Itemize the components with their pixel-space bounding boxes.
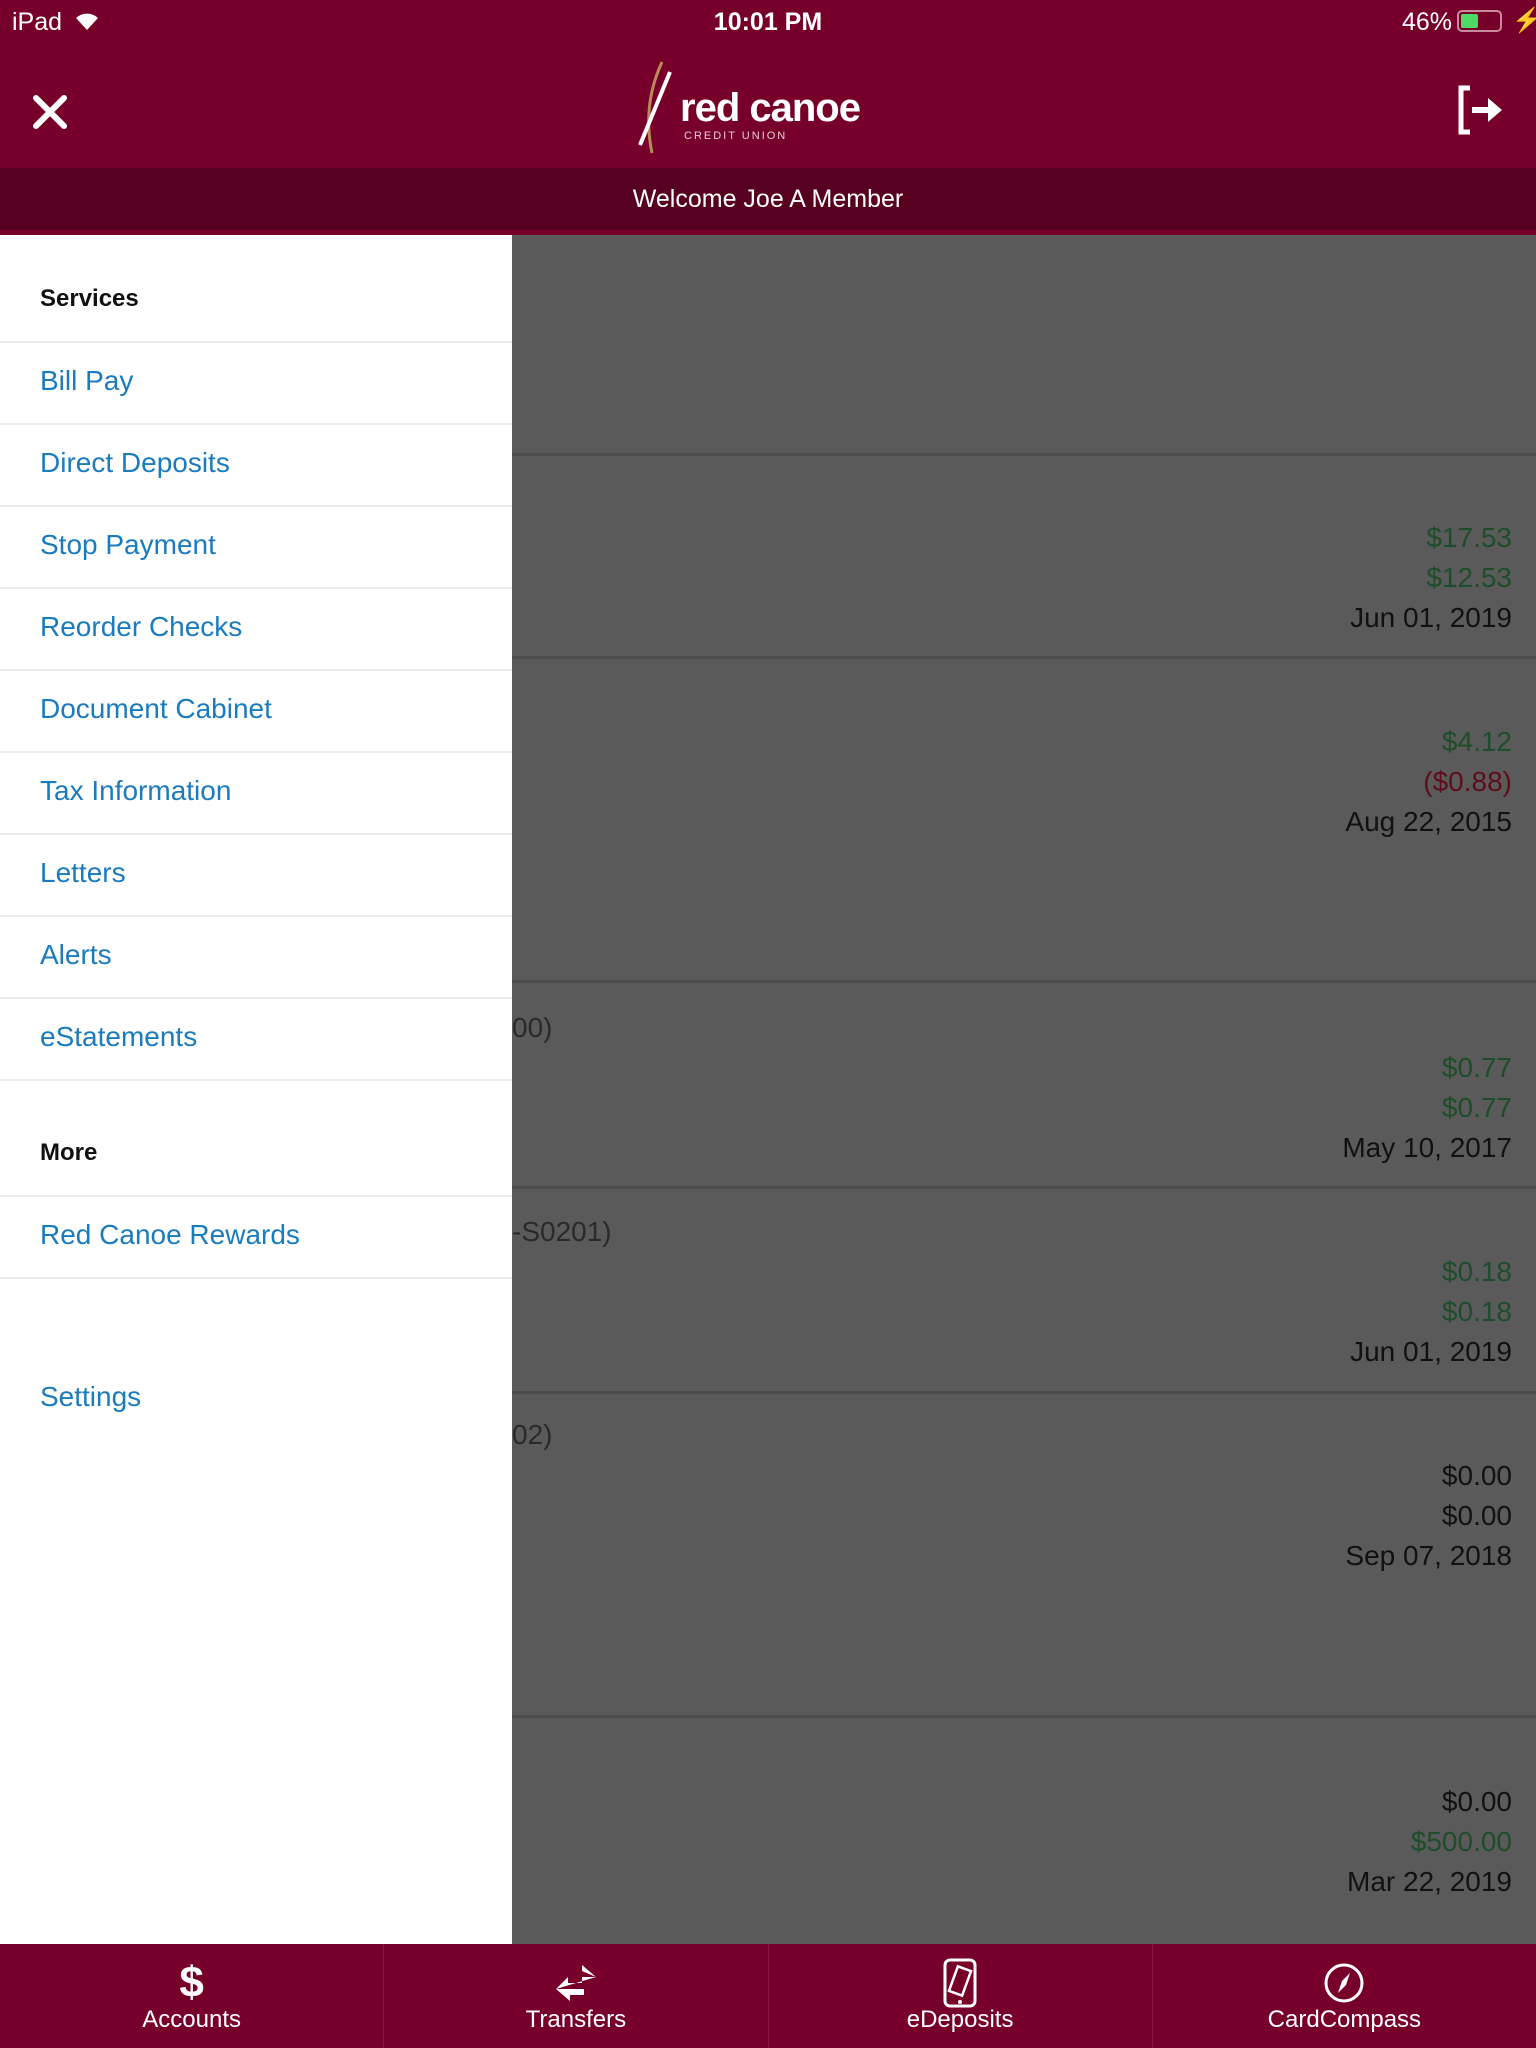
account-date: May 10, 2017	[1342, 1132, 1512, 1163]
account-balance: $17.53	[1426, 522, 1512, 553]
account-balance: $4.12	[1441, 726, 1512, 757]
divider	[512, 1715, 1536, 1718]
account-date: Aug 22, 2015	[1345, 806, 1512, 837]
menu-item-red-canoe-rewards[interactable]: Red Canoe Rewards	[40, 1219, 300, 1251]
menu-item-alerts[interactable]: Alerts	[40, 939, 112, 971]
divider	[0, 751, 512, 753]
menu-item-bill-pay[interactable]: Bill Pay	[40, 365, 133, 397]
tab-cardcompass[interactable]: CardCompass	[1151, 1944, 1536, 2048]
divider	[0, 1079, 512, 1081]
divider	[0, 997, 512, 999]
close-icon[interactable]	[32, 94, 68, 130]
account-balance: $12.53	[1426, 562, 1512, 593]
accounts-list-dimmed: $17.53 $12.53 Jun 01, 2019 $4.12 ($0.88) Aug …	[512, 235, 1536, 1944]
menu-item-estatements[interactable]: eStatements	[40, 1021, 197, 1053]
mobile-deposit-icon	[769, 1958, 1152, 2008]
divider	[512, 656, 1536, 659]
account-date: Jun 01, 2019	[1350, 1336, 1512, 1367]
account-balance: $0.77	[1441, 1092, 1512, 1123]
more-heading: More	[40, 1139, 98, 1166]
account-label: -S0201)	[512, 1216, 612, 1247]
divider	[512, 980, 1536, 983]
account-date: Sep 07, 2018	[1345, 1540, 1512, 1571]
welcome-banner: Welcome Joe A Member	[0, 168, 1536, 230]
divider	[0, 833, 512, 835]
account-balance: $0.18	[1441, 1296, 1512, 1327]
tab-bar: $ Accounts Transfers eDeposits CardCompas…	[0, 1944, 1536, 2048]
account-balance: $0.18	[1441, 1256, 1512, 1287]
red-canoe-logo: red canoe CREDIT UNION	[630, 60, 910, 160]
divider	[0, 669, 512, 671]
divider	[0, 423, 512, 425]
account-balance: $500.00	[1410, 1826, 1512, 1857]
menu-item-document-cabinet[interactable]: Document Cabinet	[40, 693, 272, 725]
menu-item-stop-payment[interactable]: Stop Payment	[40, 529, 216, 561]
transfer-icon	[384, 1958, 767, 2008]
dollar-icon: $	[179, 1958, 204, 2007]
account-balance: $0.77	[1441, 1052, 1512, 1083]
compass-icon	[1153, 1958, 1536, 2008]
account-balance: $0.00	[1441, 1460, 1512, 1491]
menu-item-settings[interactable]: Settings	[40, 1381, 141, 1413]
battery-icon	[1457, 10, 1502, 32]
divider	[512, 453, 1536, 456]
battery-percent: 46%	[1402, 8, 1453, 36]
divider	[512, 1186, 1536, 1189]
status-bar: iPad 10:01 PM 46% ⚡	[0, 0, 1536, 50]
tab-transfers[interactable]: Transfers	[383, 1944, 767, 2048]
divider	[512, 1391, 1536, 1394]
tab-accounts[interactable]: $ Accounts	[0, 1944, 383, 2048]
menu-item-tax-information[interactable]: Tax Information	[40, 775, 231, 807]
tab-edeposits[interactable]: eDeposits	[767, 1944, 1152, 2048]
clock: 10:01 PM	[713, 8, 823, 36]
account-date: Jun 01, 2019	[1350, 602, 1512, 633]
account-balance: $0.00	[1441, 1786, 1512, 1817]
account-balance: $0.00	[1441, 1500, 1512, 1531]
divider	[0, 341, 512, 343]
menu-item-direct-deposits[interactable]: Direct Deposits	[40, 447, 230, 479]
logout-icon[interactable]	[1456, 84, 1506, 136]
menu-item-letters[interactable]: Letters	[40, 857, 126, 889]
divider	[0, 915, 512, 917]
account-date: Mar 22, 2019	[1347, 1866, 1512, 1897]
nav-bar: red canoe CREDIT UNION	[0, 50, 1536, 168]
side-menu: Services Bill Pay Direct Deposits Stop Pay…	[0, 235, 512, 1944]
divider	[0, 1195, 512, 1197]
account-label: 02)	[512, 1419, 553, 1450]
divider	[0, 1277, 512, 1279]
menu-item-reorder-checks[interactable]: Reorder Checks	[40, 611, 242, 643]
divider	[0, 587, 512, 589]
services-heading: Services	[40, 285, 139, 312]
charging-icon: ⚡	[1512, 7, 1536, 34]
account-balance: ($0.88)	[1423, 766, 1512, 797]
account-label: 00)	[512, 1012, 553, 1043]
divider	[0, 505, 512, 507]
